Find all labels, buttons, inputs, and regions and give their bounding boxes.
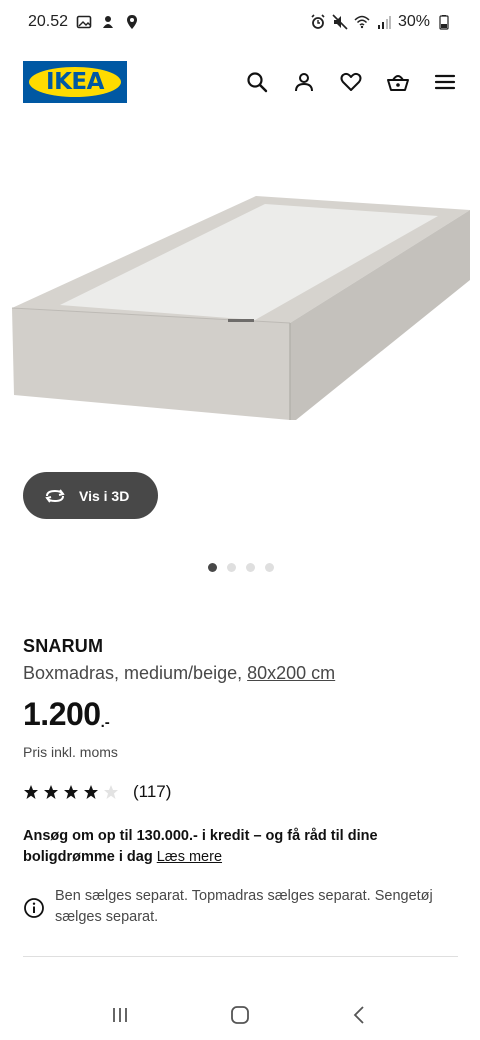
carousel-dots [0, 563, 480, 572]
battery-percent: 30% [397, 13, 430, 30]
star-filled-icon [63, 784, 79, 800]
back-icon[interactable] [340, 995, 380, 1035]
product-name: SNARUM [23, 636, 104, 656]
system-nav-bar [0, 990, 480, 1040]
info-icon [23, 897, 45, 919]
menu-icon[interactable] [431, 69, 458, 96]
status-right: 30% [310, 13, 452, 31]
carousel-dot-2[interactable] [227, 563, 236, 572]
gallery-icon [76, 14, 92, 30]
info-notice: Ben sælges separat. Topmadras sælges sep… [23, 886, 453, 928]
info-text: Ben sælges separat. Topmadras sælges sep… [55, 888, 433, 925]
basket-icon[interactable] [384, 69, 411, 96]
price: 1.200 .- [23, 696, 110, 733]
review-count[interactable]: (117) [133, 782, 171, 802]
rating[interactable]: (117) [23, 782, 171, 802]
price-suffix: .- [100, 714, 110, 731]
status-time: 20.52 [28, 13, 69, 30]
credit-promo: Ansøg om op til 130.000.- i kredit – og … [23, 826, 443, 868]
alarm-icon [310, 14, 326, 30]
product-description: Boxmadras, medium/beige, 80x200 cm [23, 663, 335, 684]
product-image[interactable] [0, 180, 480, 440]
status-bar: 20.52 30% [0, 0, 480, 44]
logo-text: IKEA [46, 69, 104, 95]
star-empty-icon [103, 784, 119, 800]
carousel-dot-4[interactable] [265, 563, 274, 572]
carousel-dot-1[interactable] [208, 563, 217, 572]
product-size-link[interactable]: 80x200 cm [247, 663, 335, 683]
home-icon[interactable] [220, 995, 260, 1035]
view-3d-button[interactable]: Vis i 3D [23, 472, 158, 519]
star-filled-icon [43, 784, 59, 800]
wifi-icon [354, 14, 370, 30]
view-3d-label: Vis i 3D [79, 487, 130, 504]
header-icons [243, 69, 458, 96]
rotate-3d-icon [45, 488, 65, 503]
profile-icon[interactable] [290, 69, 317, 96]
product-description-text: Boxmadras, medium/beige, [23, 663, 243, 683]
star-filled-icon [23, 784, 39, 800]
heart-icon[interactable] [337, 69, 364, 96]
read-more-link[interactable]: Læs mere [157, 849, 222, 865]
location-icon [124, 14, 140, 30]
ikea-logo[interactable]: IKEA [23, 61, 127, 103]
status-left: 20.52 [28, 13, 140, 31]
signal-icon [376, 14, 392, 30]
star-filled-icon [83, 784, 99, 800]
mute-icon [332, 14, 348, 30]
carousel-dot-3[interactable] [246, 563, 255, 572]
price-amount: 1.200 [23, 696, 101, 732]
search-icon[interactable] [243, 69, 270, 96]
price-note: Pris inkl. moms [23, 744, 118, 760]
battery-icon [436, 14, 452, 30]
notification-icon [100, 14, 116, 30]
divider [23, 956, 458, 957]
recent-apps-icon[interactable] [100, 995, 140, 1035]
header: IKEA [0, 56, 480, 108]
